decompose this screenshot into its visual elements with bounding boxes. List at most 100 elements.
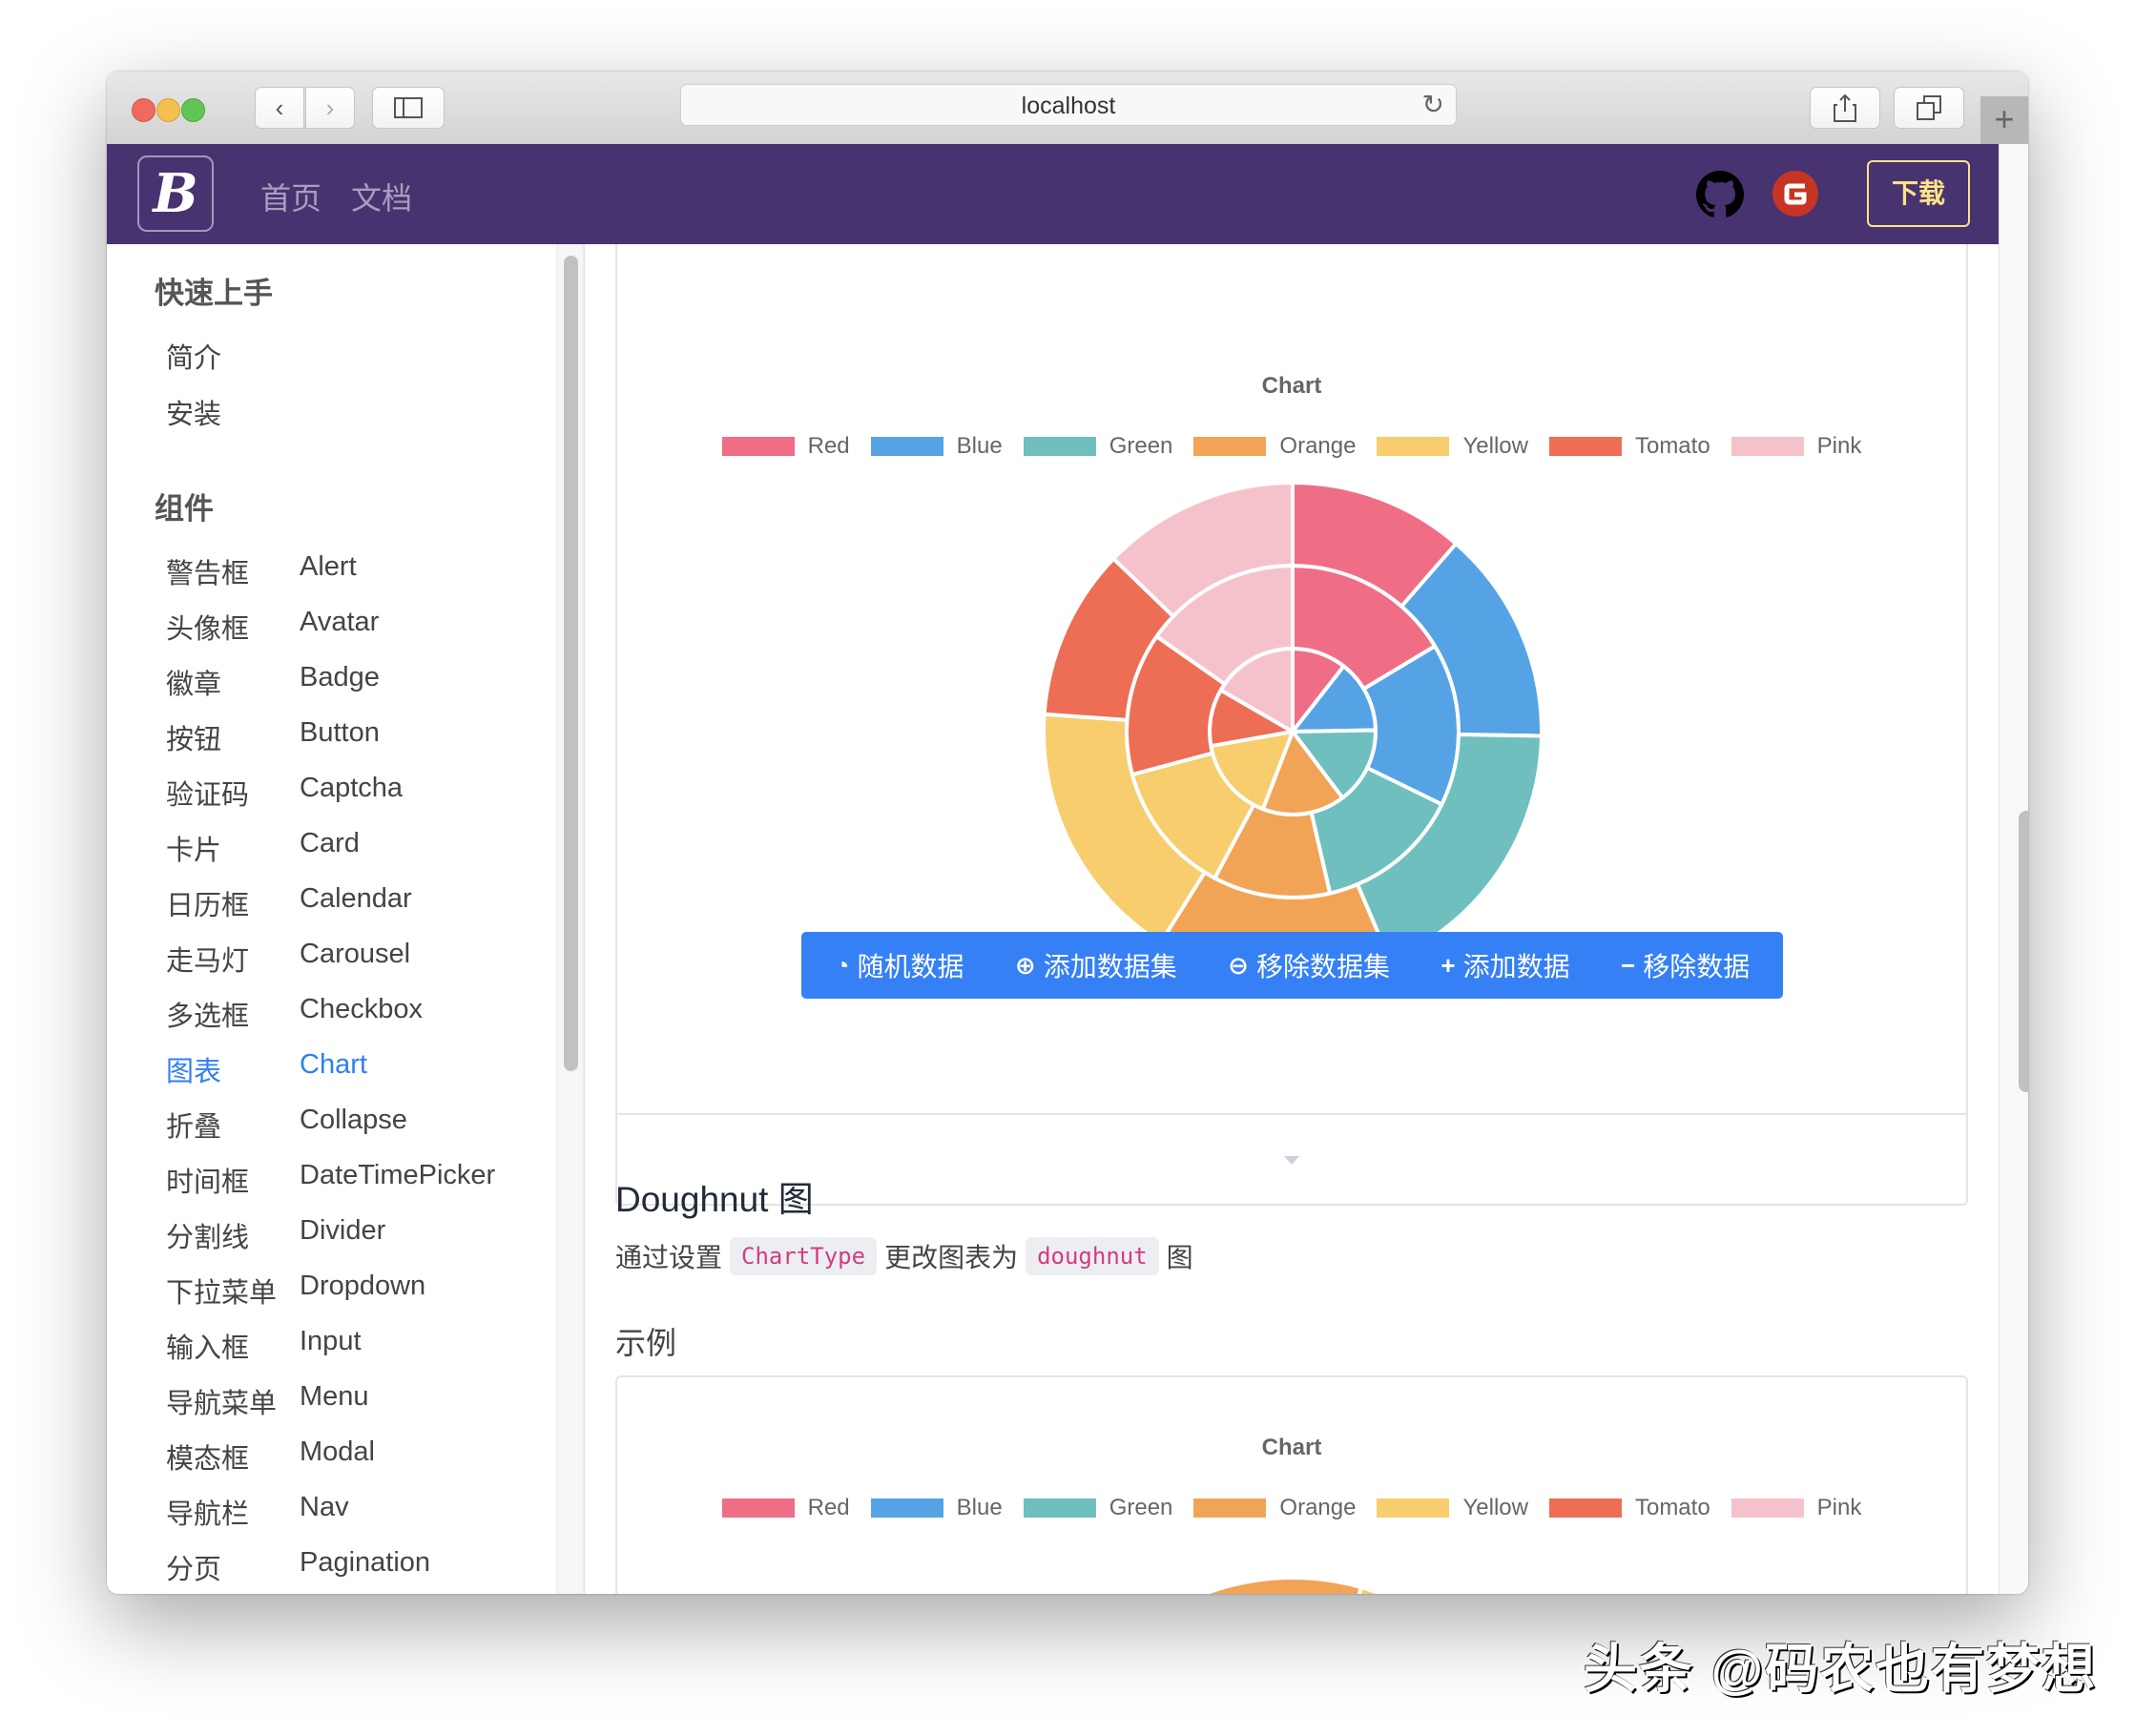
sidebar-item-carousel[interactable]: 走马灯 Carousel bbox=[166, 939, 410, 979]
doughnut-chart-card: Chart Red Blue Green Orange Yellow Tomato Pink bbox=[615, 1375, 1968, 1594]
plus-icon: + bbox=[1441, 950, 1456, 980]
sidebar-item-alert[interactable]: 警告框 Alert bbox=[166, 551, 357, 591]
card-divider bbox=[617, 1113, 1966, 1115]
pie-chart-icon: ◔ bbox=[834, 950, 850, 980]
sidebar-item[interactable]: 简介 bbox=[166, 336, 221, 376]
sidebar-item-input[interactable]: 输入框 Input bbox=[166, 1326, 362, 1366]
expand-code-caret-icon[interactable] bbox=[1284, 1156, 1299, 1165]
sidebar-item-zh: 走马灯 bbox=[166, 946, 250, 977]
main-divider bbox=[584, 244, 585, 1594]
site-logo[interactable]: B bbox=[137, 155, 214, 232]
toolbar-button-plus-circle[interactable]: ⊕ 添加数据集 bbox=[1015, 946, 1177, 984]
sidebar-item-menu[interactable]: 导航菜单 Menu bbox=[166, 1381, 369, 1421]
sidebar-item-en: Card bbox=[300, 828, 360, 858]
sidebar-item-en: Divider bbox=[300, 1215, 386, 1246]
address-bar[interactable]: localhost ↻ bbox=[680, 84, 1457, 126]
sidebar-item-en: Dropdown bbox=[300, 1271, 426, 1301]
desc-text-2: 更改图表为 bbox=[884, 1243, 1019, 1272]
download-button[interactable]: 下载 bbox=[1867, 160, 1970, 227]
sidebar-item-pagination[interactable]: 分页 Pagination bbox=[166, 1547, 430, 1587]
sidebar-item-zh: 验证码 bbox=[166, 780, 250, 811]
sidebar-item-en: Badge bbox=[300, 662, 380, 692]
sidebar-item-zh: 多选框 bbox=[166, 1002, 250, 1032]
forward-button[interactable]: › bbox=[305, 87, 355, 129]
share-button[interactable] bbox=[1810, 87, 1880, 129]
back-icon: ‹ bbox=[275, 93, 284, 122]
toolbar-button-minus-circle[interactable]: ⊖ 移除数据集 bbox=[1228, 946, 1390, 984]
sidebar-item-datetimepicker[interactable]: 时间框 DateTimePicker bbox=[166, 1160, 495, 1200]
sidebar-item-nav[interactable]: 导航栏 Nav bbox=[166, 1492, 349, 1532]
tabs-overview-button[interactable] bbox=[1894, 87, 1964, 129]
sidebar-scrollbar-thumb[interactable] bbox=[564, 256, 578, 1071]
site-header: B 首页 文档 下载 bbox=[107, 144, 1999, 244]
doughnut-slice-orange-ring-2[interactable] bbox=[1202, 1576, 1364, 1594]
sidebar-item-zh: 徽章 bbox=[166, 670, 222, 700]
toolbar-button-label: 添加数据 bbox=[1462, 952, 1570, 982]
sidebar-toggle-button[interactable] bbox=[372, 87, 445, 129]
back-button[interactable]: ‹ bbox=[255, 87, 304, 129]
sidebar-item-en: Checkbox bbox=[300, 994, 423, 1024]
reload-icon[interactable]: ↻ bbox=[1422, 89, 1444, 120]
watermark: 头条 @码农也有梦想 bbox=[1584, 1639, 2098, 1699]
sidebar-item-en: DateTimePicker bbox=[300, 1160, 496, 1190]
sidebar-item-modal[interactable]: 模态框 Modal bbox=[166, 1436, 375, 1477]
sidebar-item-en: Pagination bbox=[300, 1547, 431, 1578]
github-icon[interactable] bbox=[1696, 171, 1744, 218]
sidebar-item-en: Input bbox=[300, 1326, 362, 1356]
new-tab-icon: + bbox=[1994, 99, 2015, 138]
zoom-window-button[interactable] bbox=[181, 98, 205, 122]
sidebar-item-zh: 安装 bbox=[166, 400, 222, 430]
sidebar-item-zh: 下拉菜单 bbox=[166, 1278, 278, 1309]
sidebar-item-captcha[interactable]: 验证码 Captcha bbox=[166, 773, 403, 813]
sidebar-item-chart[interactable]: 图表 Chart bbox=[166, 1049, 367, 1089]
toolbar-button-label: 添加数据集 bbox=[1043, 952, 1177, 982]
sidebar: 快速上手 简介 安装 组件 警告框 Alert 头像框 Avatar 徽章 Badge 按钮 Butt… bbox=[107, 244, 556, 1594]
sidebar-item-dropdown[interactable]: 下拉菜单 Dropdown bbox=[166, 1271, 425, 1311]
toolbar-button-label: 随机数据 bbox=[857, 952, 964, 982]
sidebar-item-button[interactable]: 按钮 Button bbox=[166, 717, 380, 757]
sidebar-item-en: Chart bbox=[300, 1049, 367, 1080]
sidebar-item-zh: 输入框 bbox=[166, 1333, 250, 1364]
example-title: 示例 bbox=[615, 1326, 677, 1360]
gitee-icon[interactable] bbox=[1772, 171, 1818, 217]
sidebar-item-zh: 导航菜单 bbox=[166, 1389, 278, 1419]
sidebar-item-checkbox[interactable]: 多选框 Checkbox bbox=[166, 994, 423, 1034]
sidebar-item-en: Avatar bbox=[300, 607, 380, 637]
sidebar-item-avatar[interactable]: 头像框 Avatar bbox=[166, 607, 379, 647]
new-tab-button[interactable]: + bbox=[1980, 96, 2028, 144]
sidebar-item-zh: 图表 bbox=[166, 1057, 222, 1087]
sidebar-heading: 组件 bbox=[155, 492, 214, 526]
sidebar-item-divider[interactable]: 分割线 Divider bbox=[166, 1215, 385, 1255]
sidebar-item-zh: 折叠 bbox=[166, 1112, 222, 1143]
sidebar-item-zh: 模态框 bbox=[166, 1444, 250, 1475]
sidebar-item-badge[interactable]: 徽章 Badge bbox=[166, 662, 380, 702]
sidebar-icon bbox=[394, 97, 423, 118]
sidebar-item-en: Carousel bbox=[300, 939, 411, 969]
sidebar-item[interactable]: 安装 bbox=[166, 392, 221, 432]
close-window-button[interactable] bbox=[132, 98, 155, 122]
sidebar-item-calendar[interactable]: 日历框 Calendar bbox=[166, 883, 412, 923]
minus-circle-icon: ⊖ bbox=[1228, 950, 1249, 980]
sidebar-item-collapse[interactable]: 折叠 Collapse bbox=[166, 1105, 407, 1145]
tabs-icon bbox=[1917, 95, 1941, 120]
minimize-window-button[interactable] bbox=[156, 98, 180, 122]
sidebar-item-card[interactable]: 卡片 Card bbox=[166, 828, 360, 868]
toolbar-button-plus[interactable]: + 添加数据 bbox=[1441, 946, 1569, 984]
sidebar-item-zh: 警告框 bbox=[166, 559, 250, 589]
minus-icon: − bbox=[1621, 950, 1636, 980]
sidebar-item-en: Button bbox=[300, 717, 380, 748]
sidebar-item-en: Collapse bbox=[300, 1105, 407, 1135]
code-charttype: ChartType bbox=[730, 1237, 878, 1275]
desc-text-3: 图 bbox=[1166, 1243, 1193, 1272]
doughnut-slice-yellow-ring-2[interactable] bbox=[1352, 1584, 1495, 1594]
sidebar-item-zh: 按钮 bbox=[166, 725, 222, 755]
toolbar-button-label: 移除数据集 bbox=[1255, 952, 1390, 982]
nav-home[interactable]: 首页 bbox=[260, 175, 321, 218]
toolbar-button-minus[interactable]: − 移除数据 bbox=[1621, 946, 1750, 984]
sidebar-item-en: Alert bbox=[300, 551, 357, 582]
page-scrollbar-thumb[interactable] bbox=[2019, 811, 2028, 1092]
toolbar-button-pie-chart[interactable]: ◔ 随机数据 bbox=[835, 946, 964, 984]
sidebar-item-zh: 时间框 bbox=[166, 1168, 250, 1198]
desc-text-1: 通过设置 bbox=[615, 1243, 723, 1272]
nav-docs[interactable]: 文档 bbox=[351, 175, 412, 218]
